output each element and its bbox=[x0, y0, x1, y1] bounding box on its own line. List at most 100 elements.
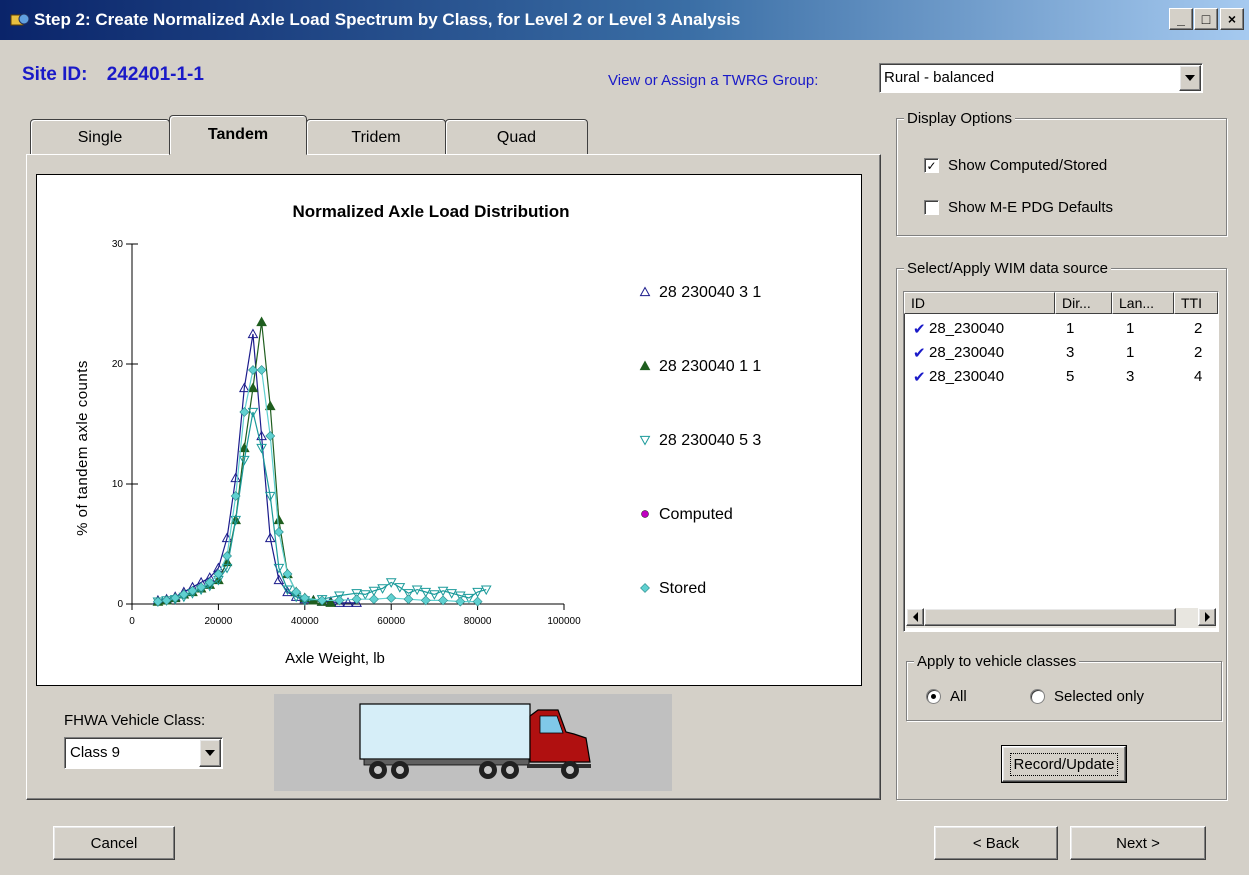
list-item[interactable]: ✔ 28_230040 5 3 4 bbox=[904, 366, 1218, 388]
radio-all[interactable]: All bbox=[926, 688, 967, 705]
column-header-label: Dir... bbox=[1062, 295, 1091, 311]
title-bar[interactable]: Step 2: Create Normalized Axle Load Spec… bbox=[0, 0, 1249, 40]
column-header-label: ID bbox=[911, 295, 925, 311]
column-header-tti[interactable]: TTI bbox=[1174, 292, 1218, 314]
chart-area: Normalized Axle Load Distribution Axle W… bbox=[36, 174, 862, 686]
y-tick-label: 30 bbox=[112, 239, 124, 250]
data-point bbox=[273, 527, 284, 537]
wim-group-title: Select/Apply WIM data source bbox=[904, 260, 1111, 277]
list-item[interactable]: ✔ 28_230040 3 1 2 bbox=[904, 342, 1218, 364]
cancel-button[interactable]: Cancel bbox=[53, 826, 175, 860]
legend-marker bbox=[639, 360, 651, 371]
twrg-label: View or Assign a TWRG Group: bbox=[608, 72, 819, 89]
data-point bbox=[472, 596, 483, 607]
column-header-label: Lan... bbox=[1119, 295, 1155, 311]
wim-listview[interactable]: ID Dir... Lan... TTI ✔ 28_230040 1 1 2 ✔… bbox=[903, 291, 1219, 632]
tab-single-label: Single bbox=[77, 128, 123, 146]
radio-selected-icon[interactable] bbox=[926, 689, 941, 704]
twrg-dropdown-button[interactable] bbox=[1179, 65, 1201, 91]
data-point bbox=[403, 594, 414, 605]
window-title: Step 2: Create Normalized Axle Load Spec… bbox=[34, 10, 741, 29]
x-tick-label: 100000 bbox=[547, 616, 581, 627]
column-header-dir[interactable]: Dir... bbox=[1055, 292, 1112, 314]
check-icon: ✓ bbox=[926, 158, 937, 173]
data-point bbox=[265, 431, 276, 441]
legend-label: Computed bbox=[659, 506, 733, 523]
radio-unselected-icon[interactable] bbox=[1030, 689, 1045, 704]
legend-marker bbox=[640, 583, 650, 593]
data-point bbox=[273, 514, 285, 525]
show-defaults-checkbox[interactable]: Show M-E PDG Defaults bbox=[924, 199, 1113, 216]
record-update-button[interactable]: Record/Update bbox=[1001, 745, 1127, 783]
checkmark-icon: ✔ bbox=[913, 345, 926, 362]
show-computed-label: Show Computed/Stored bbox=[948, 157, 1108, 174]
checkbox-checked-icon[interactable]: ✓ bbox=[924, 158, 939, 173]
site-id: Site ID: 242401-1-1 bbox=[22, 64, 204, 86]
legend-label: 28 230040 3 1 bbox=[659, 284, 761, 301]
minimize-icon: _ bbox=[1177, 11, 1185, 27]
vehicle-class-select[interactable]: Class 9 bbox=[64, 737, 223, 769]
vehicle-class-dropdown-button[interactable] bbox=[199, 739, 221, 767]
column-header-lane[interactable]: Lan... bbox=[1112, 292, 1174, 314]
truck-icon bbox=[359, 703, 591, 779]
data-point bbox=[368, 594, 379, 605]
checkmark-icon: ✔ bbox=[913, 369, 926, 386]
row-lane: 3 bbox=[1126, 368, 1135, 385]
scroll-left-button[interactable] bbox=[906, 608, 924, 626]
row-tti: 2 bbox=[1194, 320, 1203, 337]
y-tick-label: 0 bbox=[117, 599, 123, 610]
tab-tridem[interactable]: Tridem bbox=[306, 119, 446, 155]
data-point bbox=[256, 365, 267, 375]
tab-tandem[interactable]: Tandem bbox=[169, 115, 307, 155]
scroll-right-button[interactable] bbox=[1198, 608, 1216, 626]
show-computed-checkbox[interactable]: ✓ Show Computed/Stored bbox=[924, 157, 1107, 174]
chart-title: Normalized Axle Load Distribution bbox=[292, 202, 569, 221]
minimize-button[interactable]: _ bbox=[1169, 8, 1193, 30]
horizontal-scrollbar[interactable] bbox=[906, 608, 1216, 628]
axle-load-chart: Normalized Axle Load Distribution Axle W… bbox=[74, 202, 761, 667]
x-tick-label: 40000 bbox=[291, 616, 319, 627]
x-tick-label: 80000 bbox=[464, 616, 492, 627]
row-id: 28_230040 bbox=[929, 344, 1005, 361]
legend-marker bbox=[639, 435, 651, 446]
truck-image bbox=[274, 694, 672, 791]
legend-marker bbox=[639, 286, 651, 297]
data-point bbox=[256, 316, 267, 327]
row-id: 28_230040 bbox=[929, 368, 1005, 385]
twrg-group-select[interactable]: Rural - balanced bbox=[879, 63, 1203, 93]
radio-selected-only-label: Selected only bbox=[1054, 688, 1145, 705]
checkbox-unchecked-icon[interactable] bbox=[924, 200, 939, 215]
legend-label: 28 230040 5 3 bbox=[659, 432, 761, 449]
row-lane: 1 bbox=[1126, 320, 1135, 337]
next-button[interactable]: Next > bbox=[1070, 826, 1206, 860]
tab-tandem-label: Tandem bbox=[207, 126, 269, 143]
tab-single[interactable]: Single bbox=[30, 119, 170, 155]
series-line bbox=[157, 411, 487, 603]
record-update-label: Record/Update bbox=[1009, 752, 1119, 776]
y-tick-label: 10 bbox=[112, 479, 124, 490]
chevron-down-icon bbox=[205, 750, 215, 756]
apply-classes-title: Apply to vehicle classes bbox=[914, 653, 1080, 670]
radio-selected-only[interactable]: Selected only bbox=[1030, 688, 1144, 705]
close-button[interactable]: × bbox=[1220, 8, 1244, 30]
vehicle-class-label: FHWA Vehicle Class: bbox=[64, 712, 206, 729]
x-tick-label: 0 bbox=[129, 616, 135, 627]
chevron-left-icon bbox=[912, 612, 918, 622]
close-icon: × bbox=[1227, 11, 1237, 27]
cancel-label: Cancel bbox=[90, 834, 138, 852]
row-dir: 1 bbox=[1066, 320, 1075, 337]
radio-all-label: All bbox=[950, 688, 967, 705]
scrollbar-thumb[interactable] bbox=[924, 608, 1176, 626]
next-label: Next > bbox=[1116, 834, 1160, 852]
y-axis-label: % of tandem axle counts bbox=[74, 360, 91, 536]
column-header-id[interactable]: ID bbox=[904, 292, 1055, 314]
x-tick-label: 20000 bbox=[204, 616, 232, 627]
maximize-button[interactable]: □ bbox=[1194, 8, 1218, 30]
app-icon bbox=[10, 13, 30, 26]
site-id-value: 242401-1-1 bbox=[106, 64, 204, 85]
back-button[interactable]: < Back bbox=[934, 826, 1058, 860]
tab-quad[interactable]: Quad bbox=[445, 119, 588, 155]
chevron-right-icon bbox=[1204, 612, 1210, 622]
row-lane: 1 bbox=[1126, 344, 1135, 361]
list-item[interactable]: ✔ 28_230040 1 1 2 bbox=[904, 318, 1218, 340]
